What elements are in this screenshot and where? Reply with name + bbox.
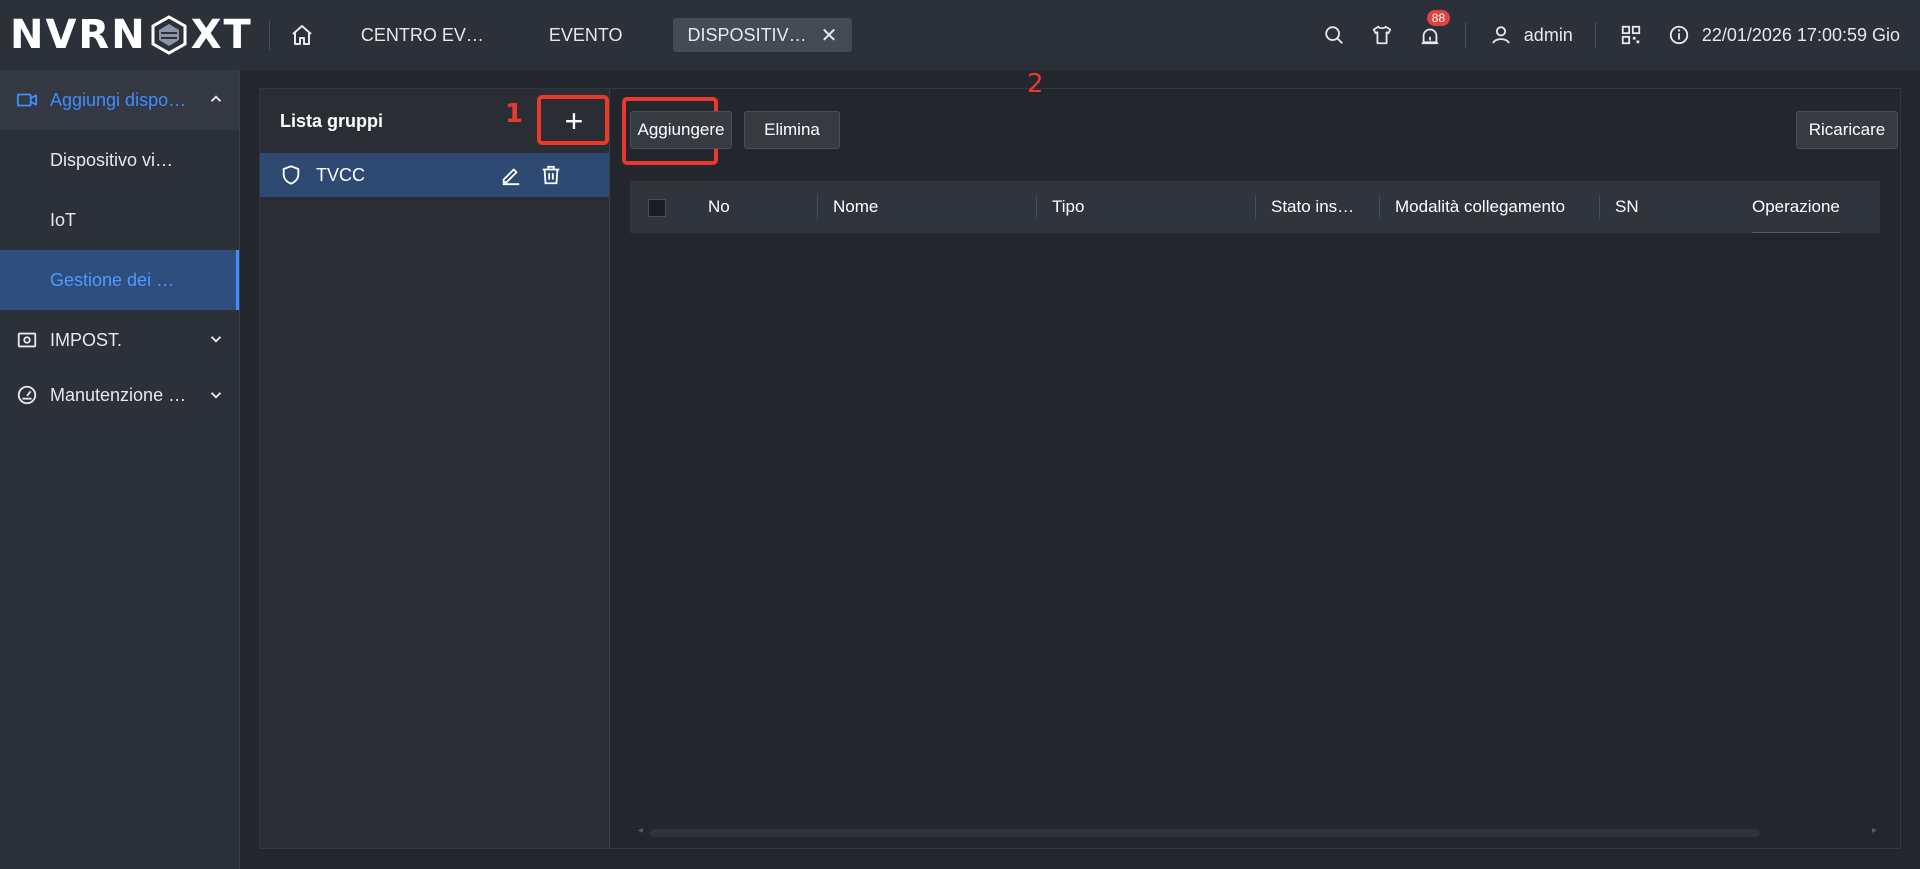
- close-icon[interactable]: ✕: [821, 23, 838, 48]
- shield-icon: [282, 165, 300, 185]
- top-right-tools: 88 admin 22/01/2026 17:00:59 Gio: [1299, 0, 1900, 70]
- column-divider: [1255, 195, 1256, 219]
- sidebar-group-manutenzione[interactable]: Manutenzione …: [0, 370, 239, 420]
- search-icon: [1325, 26, 1343, 44]
- column-divider: [1036, 195, 1037, 219]
- scroll-right-arrow-icon[interactable]: ▸: [1872, 825, 1877, 836]
- sidebar-item-label: IoT: [50, 209, 77, 230]
- column-header-nome[interactable]: Nome: [833, 181, 878, 233]
- user-icon: [1492, 26, 1510, 44]
- tab-label: EVENTO: [548, 24, 623, 45]
- tab-evento[interactable]: EVENTO: [534, 18, 638, 52]
- sidebar-item-label: Gestione dei …: [50, 269, 175, 290]
- add-group-button[interactable]: +: [560, 103, 588, 139]
- device-table-header: No Nome Tipo Stato ins… Modalità collega…: [630, 181, 1880, 233]
- add-button[interactable]: Aggiungere: [630, 111, 732, 149]
- shirt-icon: [1372, 25, 1391, 45]
- main-panel: Lista gruppi 1 + TVCC 2 Aggiungere Elimi…: [259, 69, 1901, 849]
- top-bar: NVRN XT CENTRO EV… EVENTO DISPOSITIV… ✕: [0, 0, 1920, 70]
- group-name: TVCC: [316, 164, 365, 185]
- chevron-up-icon: [210, 95, 222, 102]
- column-header-stato[interactable]: Stato ins…: [1271, 181, 1354, 233]
- username[interactable]: admin: [1524, 25, 1573, 46]
- column-header-modalita[interactable]: Modalità collegamento: [1395, 181, 1565, 233]
- delete-button[interactable]: Elimina: [744, 111, 840, 149]
- sidebar-group-label: IMPOST.: [50, 329, 123, 350]
- annotation-number-1: 1: [505, 99, 524, 129]
- sidebar-group-aggiungi-dispositivo[interactable]: Aggiungi dispo…: [0, 70, 239, 130]
- column-header-no[interactable]: No: [708, 181, 730, 233]
- tab-dispositivi[interactable]: DISPOSITIV… ✕: [672, 18, 853, 52]
- datetime: 22/01/2026 17:00:59 Gio: [1701, 24, 1900, 45]
- logo-divider: [268, 20, 270, 50]
- notification-badge: 88: [1426, 10, 1451, 26]
- chevron-down-icon: [210, 392, 222, 399]
- group-list-header: Lista gruppi 1 +: [260, 89, 609, 153]
- alarm-button[interactable]: 88: [1417, 10, 1451, 48]
- app-logo: NVRN XT: [10, 12, 253, 58]
- plus-icon: +: [564, 103, 584, 139]
- device-content: 2 Aggiungere Elimina Ricaricare No Nome …: [610, 69, 1900, 848]
- sidebar-item-iot[interactable]: IoT: [0, 190, 239, 250]
- tab-centro-eventi[interactable]: CENTRO EV…: [346, 18, 499, 52]
- column-header-operazione[interactable]: Operazione: [1752, 181, 1840, 233]
- search-button[interactable]: [1321, 22, 1347, 48]
- edit-icon[interactable]: [500, 164, 522, 186]
- annotation-number-2: 2: [1027, 69, 1044, 99]
- group-list-title: Lista gruppi: [280, 110, 383, 131]
- column-divider: [817, 195, 818, 219]
- logo-hexagon-icon: [151, 15, 187, 55]
- sidebar-group-label: Manutenzione …: [50, 384, 187, 405]
- column-header-sn[interactable]: SN: [1615, 181, 1639, 233]
- settings-box-icon: [16, 329, 38, 351]
- group-row-tvcc[interactable]: TVCC: [260, 153, 609, 197]
- column-header-tipo[interactable]: Tipo: [1052, 181, 1084, 233]
- select-all-checkbox[interactable]: [648, 199, 666, 217]
- theme-button[interactable]: [1369, 22, 1395, 48]
- qr-code-button[interactable]: [1618, 22, 1644, 48]
- column-divider: [1599, 195, 1600, 219]
- tools-divider: [1594, 22, 1596, 48]
- home-icon: [292, 25, 312, 45]
- sidebar-group-label: Aggiungi dispo…: [50, 89, 187, 110]
- horizontal-scrollbar[interactable]: [650, 829, 1760, 837]
- user-menu[interactable]: [1488, 22, 1514, 48]
- tab-label: CENTRO EV…: [360, 24, 484, 45]
- video-camera-icon: [16, 89, 38, 111]
- sidebar: Aggiungi dispo… Dispositivo vi… IoT Gest…: [0, 70, 240, 869]
- home-button[interactable]: [288, 21, 316, 49]
- trash-icon[interactable]: [540, 164, 562, 186]
- qr-code-icon: [1621, 25, 1640, 45]
- group-list-panel: Lista gruppi 1 + TVCC: [260, 89, 610, 848]
- sidebar-item-label: Dispositivo vi…: [50, 149, 174, 170]
- scroll-left-arrow-icon[interactable]: ◂: [638, 825, 643, 836]
- info-button[interactable]: [1666, 22, 1692, 48]
- gauge-icon: [16, 384, 38, 406]
- info-icon: [1669, 25, 1688, 45]
- sidebar-item-dispositivo-video[interactable]: Dispositivo vi…: [0, 130, 239, 190]
- alarm-icon: [1421, 28, 1439, 45]
- tools-divider: [1464, 22, 1466, 48]
- column-divider: [1379, 195, 1380, 219]
- sidebar-item-gestione-gruppi[interactable]: Gestione dei …: [0, 250, 239, 310]
- reload-button[interactable]: Ricaricare: [1796, 111, 1898, 149]
- tab-label: DISPOSITIV…: [687, 24, 807, 45]
- chevron-down-icon: [210, 336, 222, 343]
- sidebar-group-impost[interactable]: IMPOST.: [0, 310, 239, 370]
